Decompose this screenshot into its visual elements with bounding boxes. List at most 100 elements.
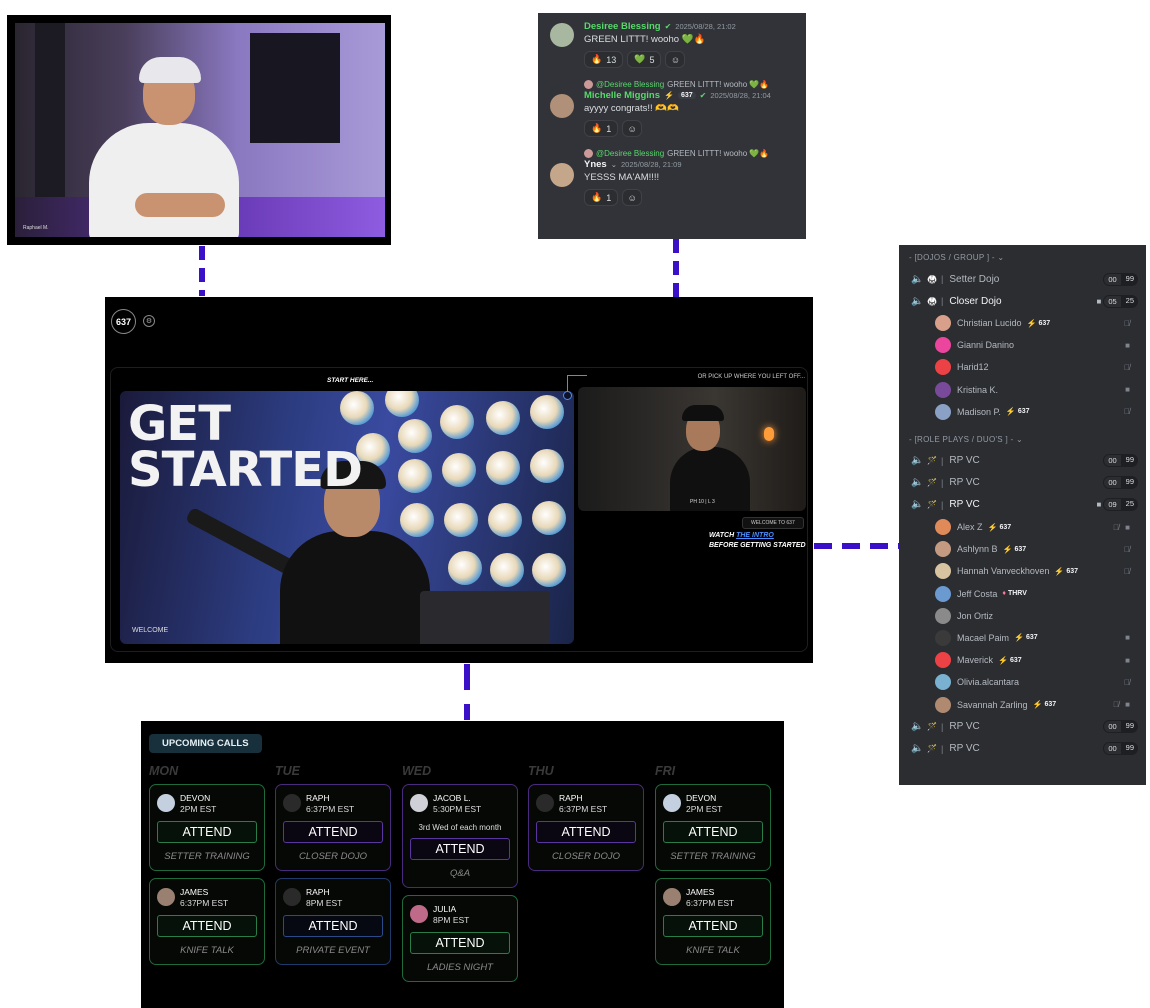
attend-button[interactable]: ATTEND [410, 932, 510, 954]
call-card: DEVON 2PM EST ATTEND SETTER TRAINING [149, 784, 265, 871]
mic-muted-icon: 🎙̸ [1124, 362, 1130, 372]
check-icon: ✔ [664, 22, 672, 31]
voice-member[interactable]: Ashlynn B ⚡ 637 🎙̸ [907, 538, 1138, 560]
attend-button[interactable]: ATTEND [283, 821, 383, 843]
user-count: 00 99 [1103, 454, 1138, 468]
call-card: JAMES 6:37PM EST ATTEND KNIFE TALK [149, 878, 265, 965]
avatar [157, 888, 175, 906]
avatar[interactable] [550, 94, 574, 118]
check-icon: ✔ [699, 91, 707, 100]
voice-member[interactable]: Olivia.alcantara 🎙̸ [907, 671, 1138, 693]
hero-title: GET STARTED [128, 396, 363, 498]
add-reaction-icon[interactable]: ☺ [665, 51, 686, 68]
avatar[interactable] [550, 23, 574, 47]
add-reaction-icon[interactable]: ☺ [622, 120, 643, 137]
speaker-icon: 🔈 [911, 273, 924, 285]
reaction-fire[interactable]: 🔥 1 [584, 189, 619, 206]
message-body: GREEN LITTT! wooho 💚🔥 [584, 34, 706, 45]
voice-member[interactable]: Jon Ortiz [907, 605, 1138, 627]
voice-member[interactable]: Madison P. ⚡ 637 🎙̸ [907, 401, 1138, 423]
channel-rp-vc[interactable]: 🔈 🪄 | RP VC 00 99 [907, 472, 1138, 494]
day-label: FRI [655, 764, 676, 778]
voice-member[interactable]: Kristina K. ■ [907, 379, 1138, 401]
call-card: DEVON 2PM EST ATTEND SETTER TRAINING [655, 784, 771, 871]
channel-rp-vc[interactable]: 🔈 🪄 | RP VC 00 99 [907, 450, 1138, 472]
voice-member[interactable]: Savannah Zarling ⚡ 637 🎙̸ ■ [907, 693, 1138, 715]
user-count: 09 25 [1103, 498, 1138, 512]
dojo-icon: 🥋 [927, 274, 937, 284]
speaker-figure [75, 53, 245, 237]
attend-button[interactable]: ATTEND [157, 915, 257, 937]
intro-link[interactable]: THE INTRO [736, 532, 774, 539]
attend-button[interactable]: ATTEND [536, 821, 636, 843]
start-here-label: START HERE... [327, 377, 374, 384]
role-tag: 637 [677, 92, 696, 99]
channel-setter-dojo[interactable]: 🔈 🥋 | Setter Dojo 00 99 [907, 268, 1138, 290]
community-dashboard: 637 ⚙ START HERE... OR PICK UP WHERE YOU… [105, 297, 813, 663]
hero-caption: WELCOME [132, 627, 169, 634]
mini-avatar [584, 149, 593, 158]
wand-icon: 🪄 [927, 744, 937, 754]
voice-member[interactable]: Alex Z ⚡ 637 🎙̸ ■ [907, 516, 1138, 538]
chat-panel: Desiree Blessing ✔ 2025/08/28, 21:02 GRE… [538, 13, 806, 239]
channel-rp-vc[interactable]: 🔈 🪄 | RP VC 00 99 [907, 716, 1138, 738]
avatar [410, 794, 428, 812]
attend-button[interactable]: ATTEND [410, 838, 510, 860]
wand-icon: 🪄 [927, 500, 937, 510]
channel-rp-vc[interactable]: 🔈 🪄 | RP VC ■ 09 25 [907, 494, 1138, 516]
author-name[interactable]: Desiree Blessing [584, 21, 661, 32]
voice-member[interactable]: Gianni Danino ■ [907, 334, 1138, 356]
webcam-video[interactable]: Raphael M. [7, 15, 391, 245]
call-card: RAPH 6:37PM EST ATTEND CLOSER DOJO [275, 784, 391, 871]
avatar[interactable] [550, 163, 574, 187]
reaction-fire[interactable]: 🔥 13 [584, 51, 624, 68]
attend-button[interactable]: ATTEND [663, 821, 763, 843]
voice-member[interactable]: Macael Paim ⚡ 637 ■ [907, 627, 1138, 649]
speaker-icon: 🔈 [911, 743, 924, 755]
avatar [410, 905, 428, 923]
logo-637[interactable]: 637 [111, 309, 136, 334]
author-name[interactable]: Ynes [584, 159, 607, 170]
mic-muted-icon: 🎙̸ [1124, 407, 1130, 417]
avatar [536, 794, 554, 812]
category-dojos[interactable]: - [DOJOS / GROUP ] - ⌄ [909, 253, 1138, 262]
video-watermark: Raphael M. [23, 225, 49, 231]
channel-rp-vc[interactable]: 🔈 🪄 | RP VC 00 99 [907, 738, 1138, 760]
reply-preview[interactable]: @Desiree Blessing GREEN LITTT! wooho 💚🔥 [584, 149, 796, 158]
camera-icon: ■ [1096, 296, 1102, 306]
voice-member[interactable]: Harid12 🎙̸ [907, 356, 1138, 378]
author-name[interactable]: Michelle Miggins [584, 90, 660, 101]
speaker-icon: 🔈 [911, 455, 924, 467]
voice-member[interactable]: Christian Lucido ⚡ 637 🎙̸ [907, 312, 1138, 334]
voice-member[interactable]: Maverick ⚡ 637 ■ [907, 649, 1138, 671]
voice-member[interactable]: Hannah Vanveckhoven ⚡ 637 🎙̸ [907, 560, 1138, 582]
add-reaction-icon[interactable]: ☺ [622, 189, 643, 206]
video-frame: Raphael M. [15, 23, 385, 237]
chevron-down-icon: ⌄ [610, 160, 618, 169]
avatar [283, 794, 301, 812]
settings-icon[interactable]: ⚙ [143, 315, 155, 327]
dojo-icon: 🥋 [927, 296, 937, 306]
user-count: 00 99 [1103, 742, 1138, 756]
speaker-icon: 🔈 [911, 721, 924, 733]
calendar-heading: UPCOMING CALLS [149, 734, 262, 753]
mic-muted-icon: 🎙̸ [1124, 318, 1130, 328]
channel-closer-dojo[interactable]: 🔈 🥋 | Closer Dojo ■ 05 25 [907, 290, 1138, 312]
get-started-video[interactable]: GET STARTED WELCOME [120, 391, 574, 644]
user-count: 00 99 [1103, 476, 1138, 490]
voice-member[interactable]: Jeff Costa ♦ THRV [907, 583, 1138, 605]
call-card: JACOB L. 5:30PM EST 3rd Wed of each month… [402, 784, 518, 888]
call-card: RAPH 6:37PM EST ATTEND CLOSER DOJO [528, 784, 644, 871]
attend-button[interactable]: ATTEND [283, 915, 383, 937]
reaction-fire[interactable]: 🔥 1 [584, 120, 619, 137]
continue-video-thumbnail[interactable]: PH 10 | L 3 [578, 387, 806, 511]
reaction-heart[interactable]: 💚 5 [627, 51, 662, 68]
call-card: RAPH 8PM EST ATTEND PRIVATE EVENT [275, 878, 391, 965]
attend-button[interactable]: ATTEND [157, 821, 257, 843]
camera-icon: ■ [1125, 385, 1130, 395]
reply-preview[interactable]: @Desiree Blessing GREEN LITTT! wooho 💚🔥 [584, 80, 796, 89]
avatar [663, 794, 681, 812]
welcome-tag[interactable]: WELCOME TO 637 [742, 517, 804, 529]
attend-button[interactable]: ATTEND [663, 915, 763, 937]
category-role-plays[interactable]: - [ROLE PLAYS / DUO'S ] - ⌄ [909, 435, 1138, 444]
